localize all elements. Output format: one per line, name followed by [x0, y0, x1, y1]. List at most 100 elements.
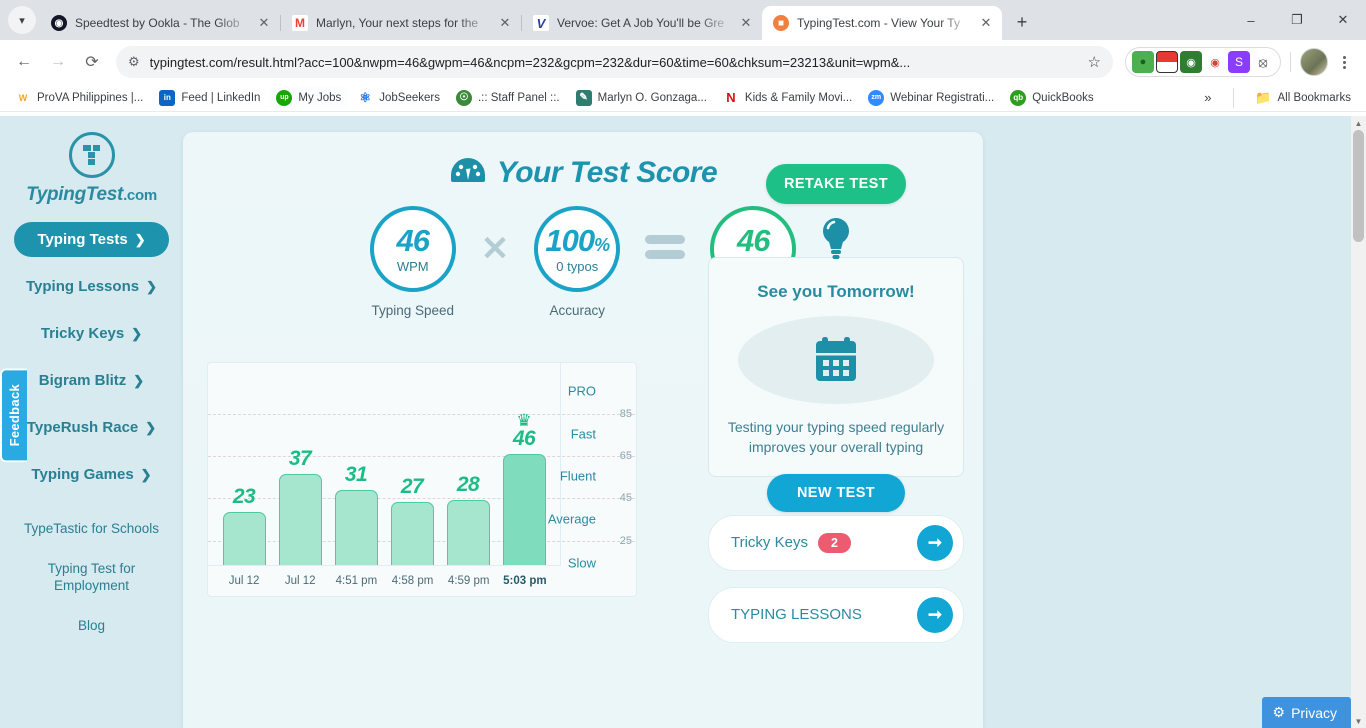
retake-test-button[interactable]: RETAKE TEST [766, 164, 906, 204]
scrollbar-thumb[interactable] [1353, 130, 1364, 242]
sidebar-item-tricky-keys[interactable]: Tricky Keys ❯ [14, 316, 169, 351]
bookmark-label: ProVA Philippines |... [37, 92, 143, 104]
sidebar-item-typing-games[interactable]: Typing Games ❯ [14, 457, 169, 492]
screen-record-extension-icon[interactable]: ◉ [1204, 51, 1226, 73]
sidebar-item-typing-lessons[interactable]: Typing Lessons ❯ [14, 269, 169, 304]
tab-search-button[interactable]: ▾ [8, 6, 36, 34]
bookmark-item[interactable]: W ProVA Philippines |... [8, 87, 150, 109]
chart-bar-group[interactable]: 27 [388, 363, 436, 565]
browser-tab[interactable]: M Marlyn, Your next steps for the ✕ [281, 6, 521, 40]
sidebar-link-blog[interactable]: Blog [9, 617, 174, 635]
chart-bar[interactable] [503, 454, 546, 565]
typingtest-logo-icon[interactable] [69, 132, 115, 178]
close-window-button[interactable]: ✕ [1320, 0, 1366, 40]
site-settings-icon[interactable]: ⚙ [128, 54, 140, 70]
sidebar-link-typetastic[interactable]: TypeTastic for Schools [9, 520, 174, 538]
pill-label: Tricky Keys [731, 534, 808, 551]
scroll-down-arrow[interactable]: ▼ [1351, 714, 1366, 728]
bar-value-label: 31 [345, 463, 367, 487]
typing-lessons-link[interactable]: TYPING LESSONS ➞ [708, 587, 964, 643]
close-icon[interactable]: ✕ [738, 15, 754, 31]
sidebar-item-label: Typing Tests [37, 231, 127, 248]
chart-bar[interactable] [335, 490, 378, 565]
bookmark-label: JobSeekers [379, 92, 440, 104]
sidebar-item-bigram-blitz[interactable]: Bigram Blitz ❯ [14, 363, 169, 398]
stat-circle: 46 WPM [370, 206, 456, 292]
site-logo-text[interactable]: TypingTest.com [26, 184, 157, 206]
close-icon[interactable]: ✕ [497, 15, 513, 31]
new-test-button[interactable]: NEW TEST [767, 474, 905, 512]
chart-bars: 23 37 31 27 [208, 363, 560, 565]
bookmark-item[interactable]: ✎ Marlyn O. Gonzaga... [569, 87, 714, 109]
bar-value-label: 46 [513, 427, 535, 451]
reload-button[interactable]: ⟳ [76, 46, 108, 78]
frog-extension-icon[interactable]: ● [1132, 51, 1154, 73]
browser-tab[interactable]: ◉ Speedtest by Ookla - The Glob ✕ [40, 6, 280, 40]
globe-icon: ☉ [456, 90, 472, 106]
chevron-right-icon: ❯ [133, 373, 144, 389]
site-sidebar: TypingTest.com Typing Tests ❯ Typing Les… [0, 116, 183, 728]
bar-value-label: 37 [289, 447, 311, 471]
maximize-button[interactable]: ❐ [1274, 0, 1320, 40]
s-extension-icon[interactable]: S [1228, 51, 1250, 73]
feedback-tab[interactable]: Feedback [0, 368, 27, 462]
lightbulb-icon [818, 216, 854, 267]
window-controls: – ❐ ✕ [1228, 0, 1366, 40]
all-bookmarks-button[interactable]: 📁 All Bookmarks [1249, 87, 1359, 109]
stat-unit: WPM [397, 259, 429, 274]
document-icon: ✎ [576, 90, 592, 106]
y-axis-tick: 85 [620, 408, 632, 420]
bookmark-item[interactable]: in Feed | LinkedIn [152, 87, 267, 109]
chart-bar-group[interactable]: 28 [444, 363, 492, 565]
x-axis-label: Jul 12 [276, 575, 324, 587]
chevron-right-icon: ❯ [145, 420, 156, 436]
x-axis-label: 4:51 pm [332, 575, 380, 587]
pokeball-extension-icon[interactable] [1156, 51, 1178, 73]
all-bookmarks-label: All Bookmarks [1278, 92, 1352, 104]
sidebar-link-employment[interactable]: Typing Test for Employment [9, 560, 174, 595]
bookmark-item[interactable]: up My Jobs [269, 87, 348, 109]
forward-button[interactable]: → [42, 46, 74, 78]
bookmark-star-icon[interactable]: ☆ [1088, 53, 1101, 71]
new-tab-button[interactable]: + [1008, 8, 1036, 36]
chart-bar[interactable] [391, 502, 434, 565]
logo-suffix: .com [123, 187, 157, 204]
address-bar[interactable]: ⚙ typingtest.com/result.html?acc=100&nwp… [116, 46, 1113, 78]
vervoe-icon: V [533, 15, 549, 31]
sidebar-item-typing-tests[interactable]: Typing Tests ❯ [14, 222, 169, 257]
bookmark-label: Feed | LinkedIn [181, 92, 260, 104]
chart-bar-group[interactable]: 37 [276, 363, 324, 565]
bookmark-item[interactable]: ⚛ JobSeekers [350, 87, 447, 109]
bookmark-item[interactable]: ☉ .:: Staff Panel ::. [449, 87, 567, 109]
minimize-button[interactable]: – [1228, 0, 1274, 40]
bookmarks-overflow-button[interactable]: » [1198, 90, 1217, 105]
chart-tier-labels: PRO Fast Fluent Average Slow 85 65 45 25 [561, 363, 636, 565]
arrow-right-icon[interactable]: ➞ [917, 525, 953, 561]
robot-extension-icon[interactable]: ◉ [1180, 51, 1202, 73]
scroll-up-arrow[interactable]: ▲ [1351, 116, 1366, 130]
bookmark-item[interactable]: qb QuickBooks [1003, 87, 1100, 109]
chart-bar-group[interactable]: 31 [332, 363, 380, 565]
close-icon[interactable]: ✕ [256, 15, 272, 31]
chart-bar[interactable] [223, 512, 266, 565]
back-button[interactable]: ← [8, 46, 40, 78]
sidebar-item-typerush-race[interactable]: TypeRush Race ❯ [14, 410, 169, 445]
avatar[interactable] [1300, 48, 1328, 76]
arrow-right-icon[interactable]: ➞ [917, 597, 953, 633]
quickbooks-icon: qb [1010, 90, 1026, 106]
chart-bar-group[interactable]: 23 [220, 363, 268, 565]
three-dots-icon[interactable] [1330, 46, 1358, 78]
bookmark-item[interactable]: zm Webinar Registrati... [861, 87, 1001, 109]
tier-label: Fluent [560, 469, 596, 484]
chart-bar[interactable] [447, 500, 490, 565]
page-scrollbar[interactable]: ▲ ▼ [1351, 116, 1366, 728]
bookmark-item[interactable]: N Kids & Family Movi... [716, 87, 859, 109]
chart-bar-group-best[interactable]: ♛ 46 [500, 363, 548, 565]
tricky-keys-link[interactable]: Tricky Keys 2 ➞ [708, 515, 964, 571]
extensions-puzzle-icon[interactable]: ⦻ [1252, 51, 1274, 73]
close-icon[interactable]: ✕ [978, 15, 994, 31]
browser-tab[interactable]: V Vervoe: Get A Job You'll be Gre ✕ [522, 6, 762, 40]
privacy-badge[interactable]: ⚙ Privacy [1262, 697, 1351, 728]
browser-tab-active[interactable]: ■ TypingTest.com - View Your Ty ✕ [762, 6, 1002, 40]
chart-bar[interactable] [279, 474, 322, 565]
